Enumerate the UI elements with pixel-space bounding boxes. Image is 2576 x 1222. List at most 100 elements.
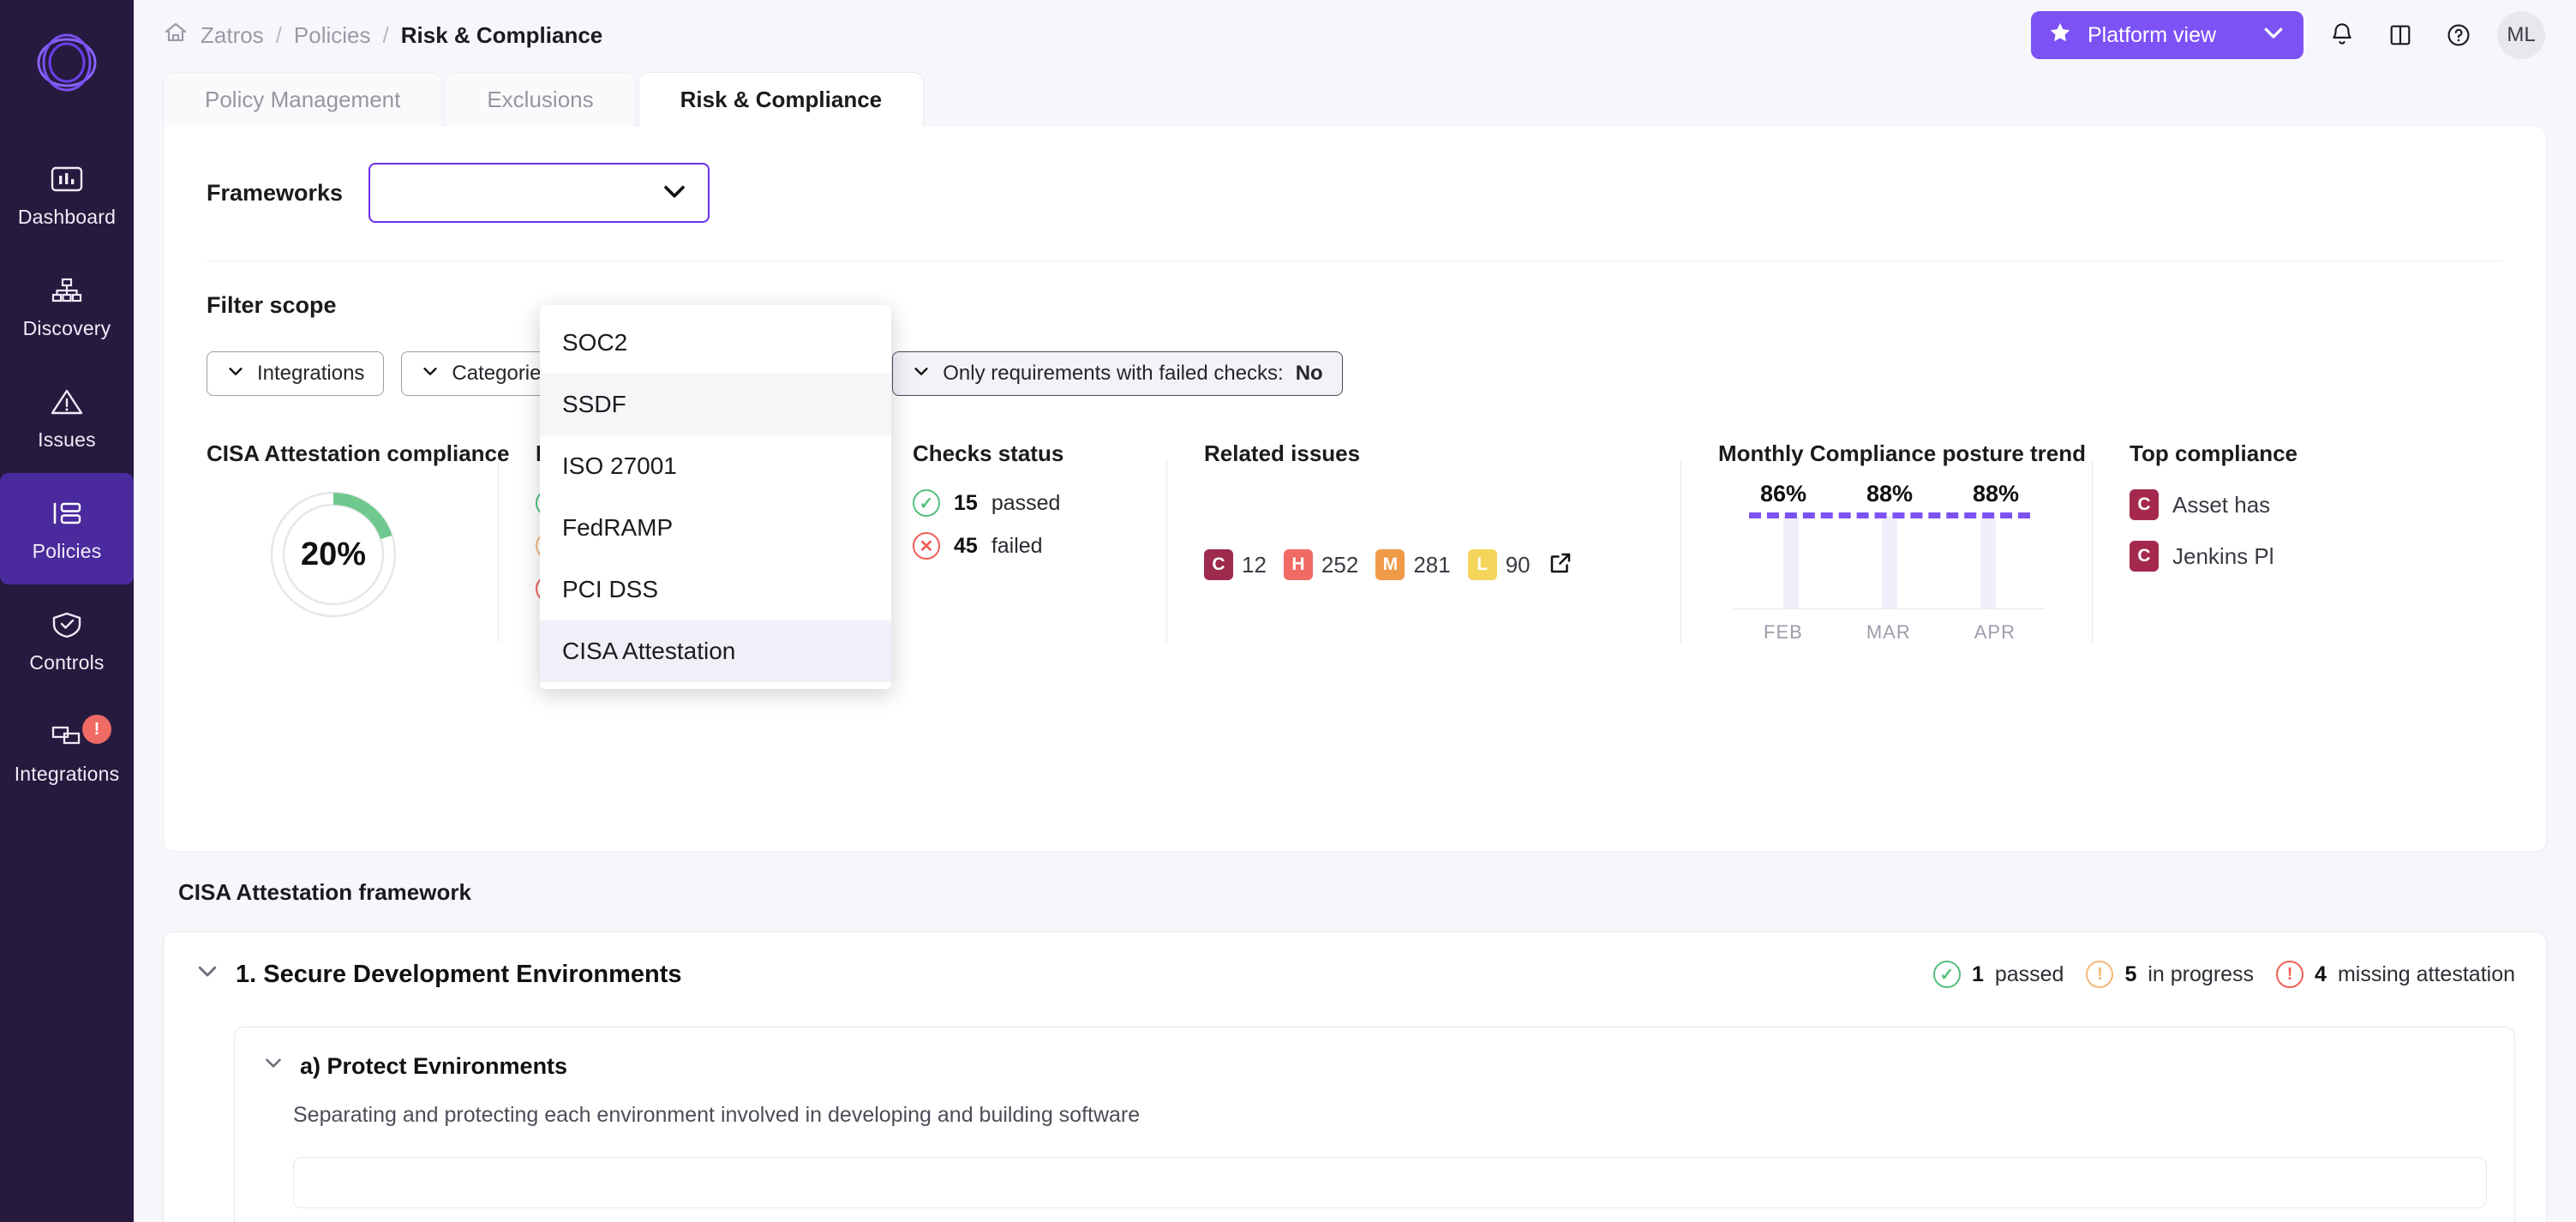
breadcrumb-separator: / (383, 22, 389, 49)
status-count: 5 (2124, 962, 2136, 987)
chevron-down-icon[interactable] (262, 1051, 285, 1081)
chevron-down-icon[interactable] (195, 958, 220, 991)
chart-value-labels: 86% 88% 88% (1718, 481, 2061, 507)
status-label: missing attestation (2338, 962, 2515, 987)
chart-bars (1718, 507, 2061, 608)
platform-view-button[interactable]: Platform view (2031, 11, 2303, 59)
filter-chip-integrations[interactable]: Integrations (207, 351, 384, 396)
book-icon[interactable] (2381, 15, 2420, 55)
chart-tick-label: APR (1974, 621, 2016, 644)
compliance-donut: 20% (207, 486, 460, 623)
chevron-down-icon (421, 362, 440, 386)
chevron-down-icon (660, 177, 689, 210)
sidebar-item-issues[interactable]: Issues (0, 362, 134, 473)
stat-title: Top compliance (2130, 440, 2397, 467)
framework-requirement-row[interactable] (293, 1157, 2487, 1208)
external-link-icon[interactable] (1548, 550, 1573, 580)
star-icon (2048, 21, 2072, 51)
status-count: 15 (954, 491, 978, 516)
stat-compliance-trend: Monthly Compliance posture trend 86% 88%… (1680, 440, 2092, 662)
status-label: failed (991, 534, 1043, 559)
sidebar-item-label: Integrations (15, 763, 120, 786)
list-item[interactable]: C Jenkins Pl (2130, 541, 2397, 572)
list-item[interactable]: C Asset has (2130, 489, 2397, 520)
chart-tick-label: FEB (1764, 621, 1803, 644)
severity-summary: C 12 H 252 M 281 L 90 (1204, 549, 1643, 580)
check-circle-icon: ✓ (1933, 961, 1961, 988)
filter-chip-label: Integrations (257, 362, 364, 386)
severity-count-low: 90 (1506, 552, 1531, 578)
severity-badge-critical: C (2130, 489, 2159, 520)
framework-subsection-title: a) Protect Evnironments (300, 1053, 567, 1080)
sidebar-item-label: Dashboard (18, 206, 116, 229)
tab-risk-compliance[interactable]: Risk & Compliance (638, 72, 925, 127)
stat-compliance: CISA Attestation compliance 20% (207, 440, 498, 662)
list-item-label: Asset has (2172, 492, 2270, 518)
avatar[interactable]: ML (2497, 11, 2545, 59)
filter-chips: Integrations Categories Policy Severity … (164, 319, 2546, 396)
dropdown-option-ssdf[interactable]: SSDF (540, 374, 891, 435)
dropdown-option-fedramp[interactable]: FedRAMP (540, 497, 891, 559)
chart-title: Monthly Compliance posture trend (1718, 440, 2054, 467)
sidebar-item-policies[interactable]: Policies (0, 473, 134, 584)
sidebar: Dashboard Discovery Issues Policies (0, 0, 134, 1222)
compliance-percent: 20% (265, 486, 402, 623)
sidebar-item-discovery[interactable]: Discovery (0, 250, 134, 362)
sidebar-item-integrations[interactable]: ! Integrations (0, 696, 134, 807)
status-row: ! 5 in progress (2086, 961, 2254, 988)
status-row: ✓ 15 passed (913, 489, 1129, 517)
severity-count-critical: 12 (1242, 552, 1267, 578)
stat-related-issues: Related issues C 12 H 252 M 281 L 90 (1166, 440, 1680, 662)
home-icon[interactable] (163, 20, 189, 51)
stat-checks: Checks status ✓ 15 passed ✕ 45 failed (875, 440, 1166, 662)
tab-exclusions[interactable]: Exclusions (445, 72, 635, 127)
bell-icon[interactable] (2322, 15, 2362, 55)
policies-icon (49, 495, 85, 531)
risk-compliance-panel: Frameworks Filter scope Integrations (163, 127, 2547, 852)
sidebar-item-dashboard[interactable]: Dashboard (0, 139, 134, 250)
dropdown-option-pci-dss[interactable]: PCI DSS (540, 559, 891, 620)
sidebar-nav: Dashboard Discovery Issues Policies (0, 139, 134, 807)
severity-badge-critical: C (1204, 549, 1233, 580)
stat-title: CISA Attestation compliance (207, 440, 460, 467)
sidebar-item-label: Issues (38, 428, 96, 452)
status-count: 45 (954, 534, 978, 559)
framework-section-header[interactable]: 1. Secure Development Environments ✓ 1 p… (195, 958, 2515, 991)
main-content: Zatros / Policies / Risk & Compliance Pl… (134, 0, 2576, 1222)
framework-section-stats: ✓ 1 passed ! 5 in progress ! 4 missi (1933, 961, 2515, 988)
integrations-alert-badge: ! (82, 715, 111, 744)
frameworks-dropdown-menu[interactable]: SOC2 SSDF ISO 27001 FedRAMP PCI DSS CISA… (540, 305, 891, 689)
breadcrumb-current: Risk & Compliance (401, 22, 603, 49)
frameworks-row: Frameworks (164, 127, 2546, 223)
frameworks-select[interactable] (368, 163, 710, 223)
framework-subsection-header[interactable]: a) Protect Evnironments (262, 1051, 2487, 1081)
sidebar-item-label: Controls (29, 651, 104, 674)
platform-view-label: Platform view (2088, 23, 2216, 48)
filter-chip-failed-checks[interactable]: Only requirements with failed checks: No (892, 351, 1343, 396)
chevron-down-icon (226, 362, 245, 386)
x-circle-icon: ✕ (913, 532, 940, 560)
status-row: ✕ 45 failed (913, 532, 1129, 560)
framework-subsection-description: Separating and protecting each environme… (293, 1103, 2487, 1128)
breadcrumb-root[interactable]: Zatros (201, 22, 264, 49)
tab-policy-management[interactable]: Policy Management (163, 72, 442, 127)
dropdown-option-soc2[interactable]: SOC2 (540, 312, 891, 374)
zatros-logo[interactable] (27, 22, 107, 103)
status-label: in progress (2148, 962, 2254, 987)
breadcrumb-separator: / (276, 22, 282, 49)
sidebar-item-controls[interactable]: Controls (0, 584, 134, 696)
shield-check-icon (49, 607, 85, 643)
sidebar-item-label: Discovery (23, 317, 111, 340)
filter-chip-label: Categories (452, 362, 551, 386)
breadcrumb: Zatros / Policies / Risk & Compliance (163, 20, 602, 51)
stat-top-compliance: Top compliance C Asset has C Jenkins Pl (2092, 440, 2435, 662)
status-count: 1 (1972, 962, 1984, 987)
dropdown-option-cisa-attestation[interactable]: CISA Attestation (540, 620, 891, 682)
status-row: ! 4 missing attestation (2276, 961, 2515, 988)
dropdown-option-iso-27001[interactable]: ISO 27001 (540, 435, 891, 497)
severity-badge-high: H (1284, 549, 1313, 580)
chart-bar (1882, 516, 1897, 608)
breadcrumb-parent[interactable]: Policies (294, 22, 371, 49)
filter-chip-value: No (1296, 362, 1323, 386)
question-circle-icon[interactable] (2439, 15, 2478, 55)
